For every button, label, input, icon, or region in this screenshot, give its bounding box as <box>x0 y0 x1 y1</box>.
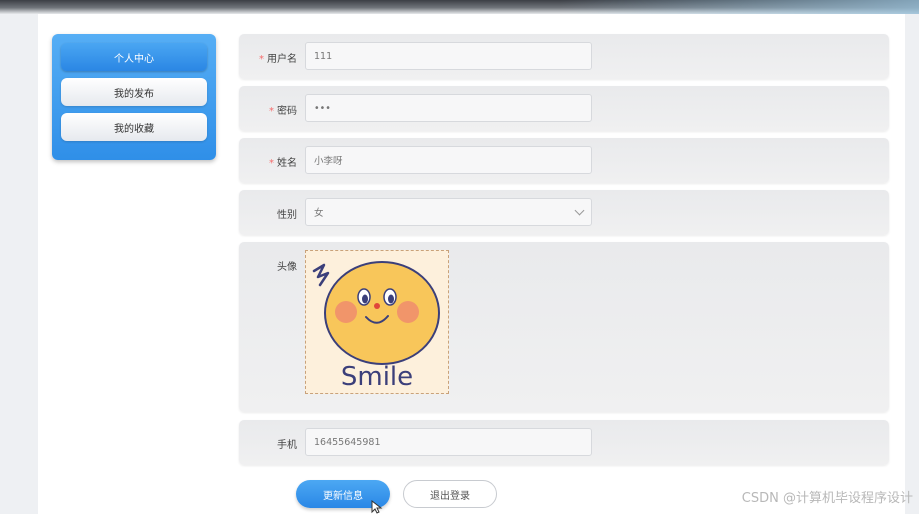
right-margin <box>905 14 919 514</box>
left-margin <box>0 14 38 514</box>
username-label: * 用户名 <box>259 54 297 65</box>
phone-value: 16455645981 <box>314 436 381 448</box>
name-input[interactable]: 小李呀 <box>305 146 592 174</box>
username-row: * 用户名 111 <box>239 34 889 79</box>
gender-value: 女 <box>314 208 324 219</box>
password-row: * 密码 ••• <box>239 86 889 131</box>
gender-row: 性别 女 <box>239 190 889 235</box>
name-label: * 姓名 <box>269 158 297 169</box>
sidebar-item-personal-center[interactable]: 个人中心 <box>61 43 207 71</box>
logout-label: 退出登录 <box>430 490 470 502</box>
chevron-down-icon <box>574 205 585 216</box>
required-mark: * <box>269 158 274 169</box>
avatar-text: Smile <box>341 362 413 392</box>
sidebar-item-label: 我的发布 <box>114 88 154 100</box>
password-label: * 密码 <box>269 106 297 117</box>
username-input[interactable]: 111 <box>305 42 592 70</box>
required-mark: * <box>269 106 274 117</box>
sidebar-item-my-posts[interactable]: 我的发布 <box>61 78 207 106</box>
password-value: ••• <box>314 102 331 114</box>
watermark: CSDN @计算机毕设程序设计 <box>741 491 913 506</box>
phone-row: 手机 16455645981 <box>239 420 889 465</box>
name-row: * 姓名 小李呀 <box>239 138 889 183</box>
gender-label: 性别 <box>277 210 297 221</box>
sidebar-item-my-favorites[interactable]: 我的收藏 <box>61 113 207 141</box>
smile-avatar-image: Smile <box>306 251 448 393</box>
logout-button[interactable]: 退出登录 <box>403 480 497 508</box>
avatar-upload[interactable]: Smile <box>305 250 449 394</box>
avatar-label: 头像 <box>277 262 297 273</box>
sidebar-item-label: 我的收藏 <box>114 123 154 135</box>
phone-label: 手机 <box>277 440 297 451</box>
name-value: 小李呀 <box>314 156 343 167</box>
user-center-sidebar: 个人中心 我的发布 我的收藏 <box>52 34 216 160</box>
update-info-label: 更新信息 <box>323 490 363 502</box>
gender-select[interactable]: 女 <box>305 198 592 226</box>
mouse-cursor-icon <box>371 500 383 514</box>
sidebar-item-label: 个人中心 <box>114 53 154 65</box>
username-value: 111 <box>314 50 333 62</box>
avatar-row: 头像 Smile <box>239 242 889 412</box>
password-input[interactable]: ••• <box>305 94 592 122</box>
top-header-strip <box>0 0 919 14</box>
phone-input[interactable]: 16455645981 <box>305 428 592 456</box>
required-mark: * <box>259 54 264 65</box>
